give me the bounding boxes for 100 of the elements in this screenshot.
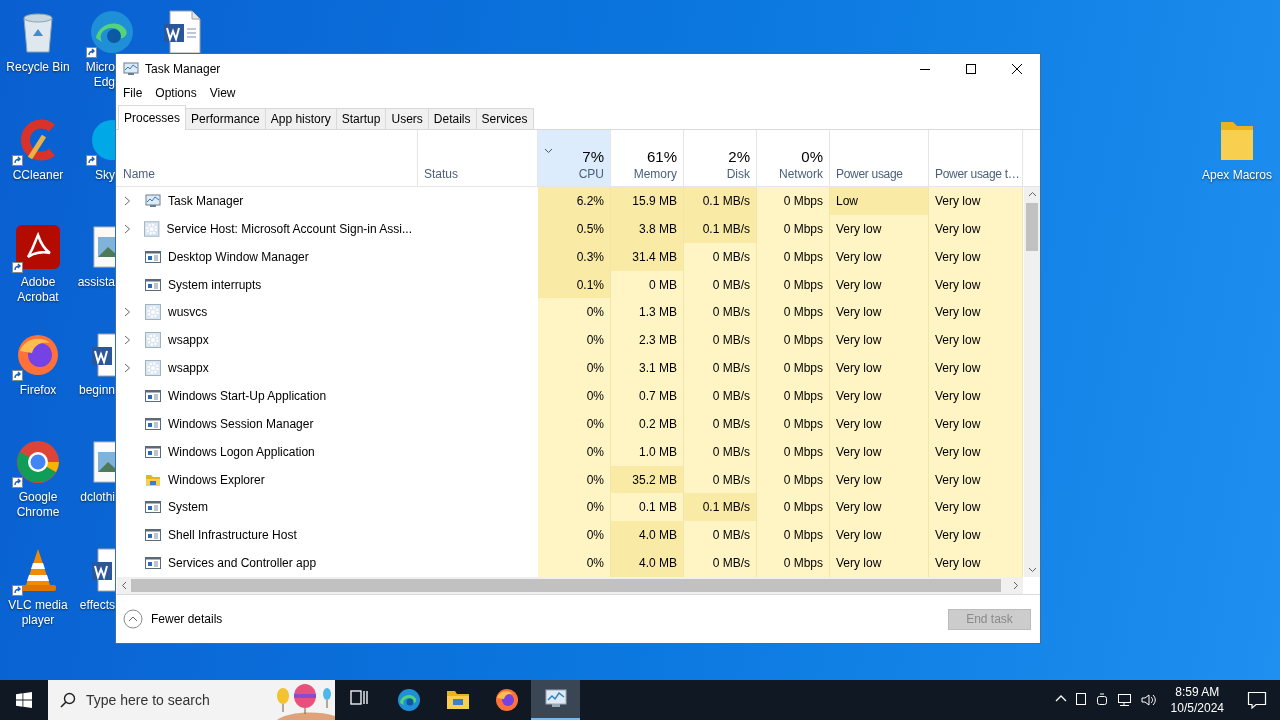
- network-icon[interactable]: [1115, 692, 1134, 708]
- menu-item[interactable]: Options: [155, 86, 197, 100]
- column-label: Power usage t…: [935, 167, 1016, 181]
- desktop-icon-label[interactable]: effects: [74, 597, 115, 613]
- windows-logo-icon: [16, 692, 32, 708]
- menu-item[interactable]: File: [123, 86, 143, 100]
- tab[interactable]: Services: [475, 108, 534, 129]
- scroll-up-icon[interactable]: [1027, 191, 1037, 197]
- table-cell: Very low: [929, 465, 1023, 494]
- expand-chevron-icon[interactable]: [124, 363, 131, 374]
- gear-icon: [145, 304, 161, 321]
- process-name: wsappx: [168, 333, 209, 348]
- search-field[interactable]: Type here to search: [84, 691, 261, 709]
- scroll-left-icon[interactable]: [121, 581, 127, 590]
- tab[interactable]: Performance: [185, 108, 266, 129]
- table-cell: 0 Mbps: [757, 437, 830, 466]
- task-manager-icon: [123, 60, 139, 77]
- table-cell: 0 Mbps: [757, 465, 830, 494]
- process-name: System interrupts: [168, 277, 262, 292]
- table-cell: 0 MB/s: [684, 437, 757, 466]
- expand-chevron-icon[interactable]: [124, 307, 131, 318]
- table-cell: 0 MB/s: [684, 549, 757, 578]
- column-label: Disk: [726, 167, 750, 181]
- desktop-icon-label[interactable]: Micro Edg: [74, 60, 115, 90]
- horizontal-scrollbar[interactable]: [117, 577, 1023, 594]
- menu-item[interactable]: View: [209, 86, 236, 100]
- scroll-right-icon[interactable]: [1013, 581, 1019, 590]
- column-header[interactable]: 7% CPU: [538, 130, 611, 186]
- desktop-icon-label[interactable]: beginn: [74, 382, 115, 398]
- notifications-icon[interactable]: [1247, 691, 1267, 709]
- column-header[interactable]: Name: [117, 130, 418, 186]
- table-cell: Very low: [929, 326, 1023, 355]
- table-cell: Very low: [929, 409, 1023, 438]
- tab[interactable]: App history: [264, 108, 337, 129]
- table-cell: Very low: [929, 382, 1023, 410]
- window-icon: [145, 276, 161, 293]
- vertical-scrollbar[interactable]: [1024, 187, 1040, 577]
- table-cell: 0 MB: [611, 270, 684, 299]
- scroll-thumb[interactable]: [1026, 203, 1038, 251]
- table-cell: Very low: [830, 437, 929, 466]
- expand-chevron-icon[interactable]: [124, 195, 131, 206]
- column-header[interactable]: 2% Disk: [684, 130, 757, 186]
- table-cell: 0.2 MB: [611, 409, 684, 438]
- desktop-icon-label[interactable]: Google Chrome: [0, 490, 76, 520]
- table-cell: 0 MB/s: [684, 465, 757, 494]
- column-total: 61%: [646, 148, 677, 165]
- desktop-icon-label[interactable]: Firefox: [19, 382, 57, 398]
- table-cell: Low: [830, 187, 929, 215]
- gear-icon: [144, 220, 160, 237]
- volume-icon[interactable]: [1139, 692, 1158, 708]
- tablet-icon[interactable]: [1073, 692, 1088, 708]
- column-header[interactable]: 0% Network: [757, 130, 830, 186]
- tab[interactable]: Details: [427, 108, 477, 129]
- table-cell: 0.5%: [538, 214, 611, 243]
- table-cell: 0%: [538, 326, 611, 355]
- expand-chevron-icon[interactable]: [124, 223, 131, 234]
- table-cell: 0.7 MB: [611, 382, 684, 410]
- table-cell: 15.9 MB: [611, 187, 684, 215]
- window-icon: [145, 248, 161, 265]
- process-name: Windows Explorer: [168, 472, 265, 487]
- column-label: Power usage: [836, 167, 904, 181]
- column-header[interactable]: 61% Memory: [611, 130, 684, 186]
- table-cell: 31.4 MB: [611, 242, 684, 271]
- desktop-icon-label[interactable]: VLC media player: [0, 597, 76, 628]
- table-cell: Very low: [830, 270, 929, 299]
- clock-date[interactable]: 10/5/2024: [1170, 700, 1224, 716]
- table-cell: 0 MB/s: [684, 382, 757, 410]
- process-name: wsappx: [168, 361, 209, 376]
- table-cell: Very low: [830, 382, 929, 410]
- desktop-icon-label[interactable]: Adobe Acrobat: [0, 275, 76, 305]
- process-name: Windows Session Manager: [168, 416, 314, 431]
- scroll-down-icon[interactable]: [1027, 567, 1037, 573]
- desktop-icon-label[interactable]: Sky: [74, 167, 115, 183]
- tab[interactable]: Startup: [335, 108, 387, 129]
- table-cell: Very low: [929, 493, 1023, 522]
- expand-chevron-icon[interactable]: [124, 335, 131, 346]
- maximize-icon: [966, 63, 976, 74]
- window-icon: [145, 555, 161, 572]
- table-cell: Very low: [830, 409, 929, 438]
- tab[interactable]: Users: [385, 108, 429, 129]
- desktop-icon-label[interactable]: assista: [74, 275, 115, 290]
- table-cell: Very low: [830, 465, 929, 494]
- taskbar-app-button[interactable]: [531, 680, 580, 720]
- table-cell: 0.1 MB/s: [684, 493, 757, 522]
- desktop-icon-label[interactable]: CCleaner: [12, 167, 64, 183]
- table-cell: 0%: [538, 382, 611, 410]
- column-header[interactable]: Power usage t…: [929, 130, 1023, 186]
- desktop-icon-label[interactable]: Apex Macros: [1202, 168, 1272, 183]
- clock-time[interactable]: 8:59 AM: [1175, 684, 1220, 700]
- table-cell: 0%: [538, 354, 611, 382]
- column-header[interactable]: Power usage: [830, 130, 929, 186]
- search-icon: [60, 692, 76, 708]
- search-bar[interactable]: Type here to search: [48, 680, 335, 720]
- table-cell: 0 Mbps: [757, 493, 830, 522]
- desktop-icon-label[interactable]: dclothi: [74, 490, 115, 505]
- fewer-details-button[interactable]: Fewer details: [123, 609, 223, 629]
- tab[interactable]: Processes: [118, 105, 187, 130]
- scroll-thumb[interactable]: [131, 579, 1001, 592]
- desktop-icon-label[interactable]: Recycle Bin: [6, 60, 70, 75]
- gear-icon: [145, 360, 161, 377]
